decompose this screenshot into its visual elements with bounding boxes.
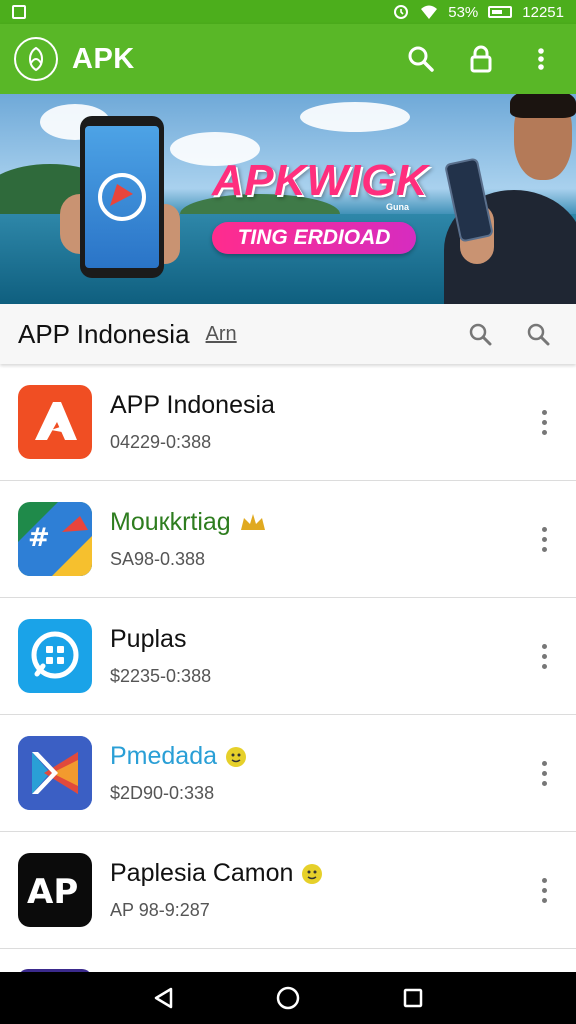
item-text: APP Indonesia 04229-0:388: [110, 391, 530, 453]
search-icon: [469, 323, 492, 346]
promo-banner[interactable]: APKWIGK Guna TING ERDIOAD: [0, 94, 576, 304]
section-title: APP Indonesia: [18, 318, 190, 349]
person-hair: [510, 94, 576, 118]
lock-icon: [470, 45, 492, 73]
app-subtitle: $2D90-0:338: [110, 783, 215, 803]
recents-button[interactable]: [393, 978, 433, 1018]
home-circle-icon: [276, 986, 300, 1010]
search-icon: [527, 323, 550, 346]
maps-hash-icon: #: [18, 502, 92, 576]
list-item[interactable]: Puplas $2235-0:388: [0, 598, 576, 715]
item-menu-button[interactable]: [530, 636, 558, 676]
app-bar: APK: [0, 24, 576, 94]
cloud-shape: [300, 102, 410, 132]
banner-small-text: Guna: [386, 202, 410, 212]
phone-screen: [85, 126, 159, 268]
play-logo-icon: [98, 173, 146, 221]
ap-logo-icon: AP: [18, 853, 92, 927]
person-illustration: [440, 94, 576, 304]
search-button[interactable]: [400, 38, 442, 80]
status-left: [12, 5, 392, 19]
banner-headline: APKWIGK: [212, 156, 429, 205]
overflow-menu-button[interactable]: [520, 38, 562, 80]
app-name: Mouкkrtiag: [110, 508, 530, 537]
back-button[interactable]: [143, 978, 183, 1018]
section-link[interactable]: Arn: [206, 323, 442, 346]
phone-illustration: [80, 116, 164, 278]
app-name-text: Puplas: [110, 625, 187, 653]
banner-cta-button[interactable]: TING ERDIOAD: [212, 222, 416, 254]
list-item[interactable]: Pmedada $2D90-0:338: [0, 715, 576, 832]
item-menu-button[interactable]: [530, 402, 558, 442]
svg-text:#: #: [28, 523, 50, 553]
battery-percent: 53%: [448, 3, 479, 21]
app-name: Puplas: [110, 625, 530, 654]
app-name: APP Indonesia: [110, 391, 530, 420]
status-bar: 53% 12251: [0, 0, 576, 24]
alarm-icon: [394, 5, 409, 19]
lock-button[interactable]: [460, 38, 502, 80]
list-item[interactable]: APP Indonesia 04229-0:388: [0, 364, 576, 481]
app-logo-icon[interactable]: [14, 37, 58, 81]
item-menu-button[interactable]: [530, 753, 558, 793]
chat-bubble-icon: [18, 619, 92, 693]
item-text: Puplas $2235-0:388: [110, 625, 530, 687]
app-name-text: Pmedada: [110, 742, 218, 770]
recents-square-icon: [404, 988, 423, 1008]
k-logo-icon: [18, 736, 92, 810]
emoji-badge-icon: [225, 746, 247, 768]
battery-icon: [488, 6, 513, 18]
back-triangle-icon: [154, 987, 172, 1009]
more-vert-icon: [538, 48, 544, 70]
app-name-text: Mouкkrtiag: [110, 508, 231, 536]
app-subtitle: AP 98-9:287: [110, 900, 210, 920]
apkpure-a-icon: [18, 385, 92, 459]
item-menu-button[interactable]: [530, 870, 558, 910]
app-name: Paplesia Camon: [110, 859, 530, 888]
notification-square-icon: [12, 5, 26, 19]
search-button-secondary[interactable]: [518, 314, 558, 354]
list-item[interactable]: # Mouкkrtiag SA98-0.388: [0, 481, 576, 598]
clock: 12251: [522, 3, 564, 21]
item-menu-button[interactable]: [530, 519, 558, 559]
navigation-bar: [0, 972, 576, 1024]
emoji-badge-icon: [301, 863, 323, 885]
item-text: Paplesia Camon AP 98-9:287: [110, 859, 530, 921]
crown-badge-icon: [239, 512, 267, 534]
item-text: Pmedada $2D90-0:338: [110, 742, 530, 804]
app-title: APK: [72, 42, 135, 75]
wifi-icon: [421, 5, 438, 19]
app-subtitle: SA98-0.388: [110, 549, 206, 569]
section-header: APP Indonesia Arn: [0, 304, 576, 364]
status-right: 53% 12251: [392, 4, 564, 21]
app-name: Pmedada: [110, 742, 530, 771]
app-list: APP Indonesia 04229-0:388 # Mouкkrtiag S…: [0, 364, 576, 972]
item-text: Mouкkrtiag SA98-0.388: [110, 508, 530, 570]
app-subtitle: $2235-0:388: [110, 666, 212, 686]
home-button[interactable]: [268, 978, 308, 1018]
list-item[interactable]: AP Paplesia Camon AP 98-9:287: [0, 832, 576, 949]
search-icon: [408, 46, 434, 72]
app-name-text: Paplesia Camon: [110, 859, 294, 887]
app-subtitle: 04229-0:388: [110, 432, 212, 452]
svg-text:AP: AP: [27, 872, 78, 912]
app-name-text: APP Indonesia: [110, 391, 275, 419]
search-button[interactable]: [460, 314, 500, 354]
